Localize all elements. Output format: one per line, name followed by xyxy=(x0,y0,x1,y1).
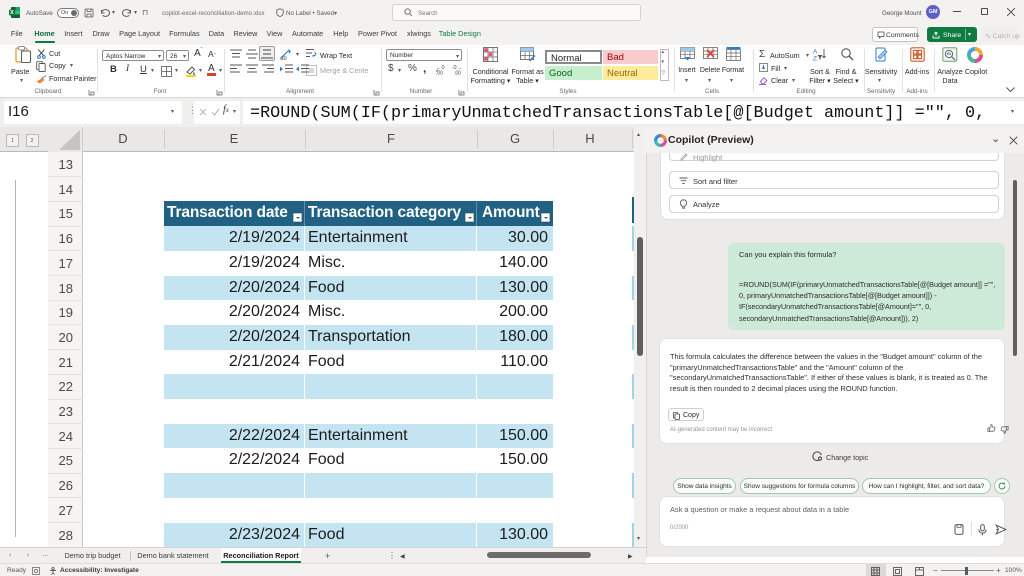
svg-text:.00: .00 xyxy=(454,71,461,76)
svg-text:Z: Z xyxy=(813,56,817,62)
svg-text:X: X xyxy=(10,10,14,16)
svg-text:ab: ab xyxy=(280,56,287,60)
svg-text:A: A xyxy=(813,49,818,56)
